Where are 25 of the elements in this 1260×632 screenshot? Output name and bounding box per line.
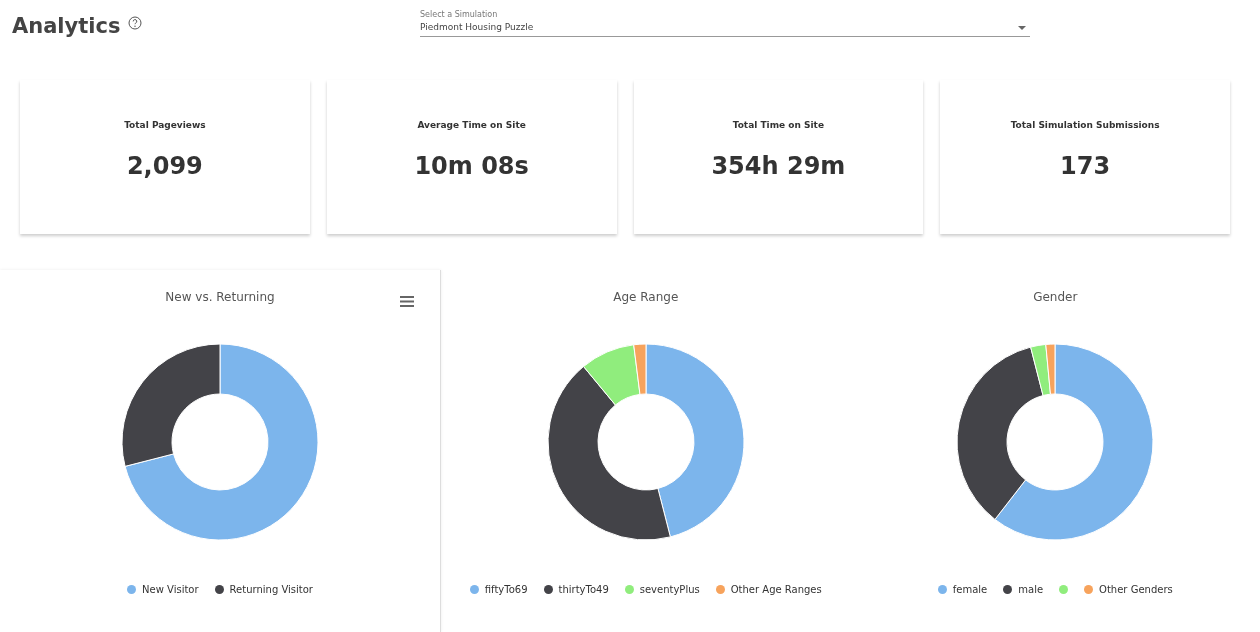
legend-label[interactable]: male [1018, 584, 1044, 595]
chart-title: Gender [1033, 290, 1078, 304]
legend-label[interactable]: Other Genders [1099, 584, 1173, 595]
caret-icon [1018, 26, 1026, 30]
menu-icon[interactable] [400, 296, 414, 307]
stat-value: 2,099 [126, 152, 203, 180]
simulation-select[interactable]: Select a Simulation Piedmont Housing Puzzle [420, 10, 1030, 37]
chart-title: Age Range [613, 290, 679, 304]
legend-label[interactable]: female [952, 584, 988, 595]
legend-label[interactable]: fiftyTo69 [484, 584, 528, 595]
help-icon[interactable] [128, 16, 143, 30]
chart-title: New vs. Returning [165, 290, 275, 304]
stat-value: 354h 29m [711, 152, 846, 180]
stat-label: Total Simulation Submissions [1010, 120, 1160, 130]
stat-label: Total Pageviews [124, 120, 206, 130]
legend-label[interactable]: thirtyTo49 [558, 584, 609, 595]
legend-label[interactable]: New Visitor [142, 584, 199, 595]
stat-label: Average Time on Site [417, 120, 526, 130]
legend-label[interactable]: Returning Visitor [229, 584, 313, 595]
stat-value: 173 [1060, 152, 1111, 180]
page-title: Analytics [12, 14, 121, 38]
legend-label[interactable]: seventyPlus [639, 584, 700, 595]
legend-label[interactable]: Other Age Ranges [730, 584, 822, 595]
stat-value: 10m 08s [414, 152, 529, 180]
stat-label: Total Time on Site [732, 120, 824, 130]
